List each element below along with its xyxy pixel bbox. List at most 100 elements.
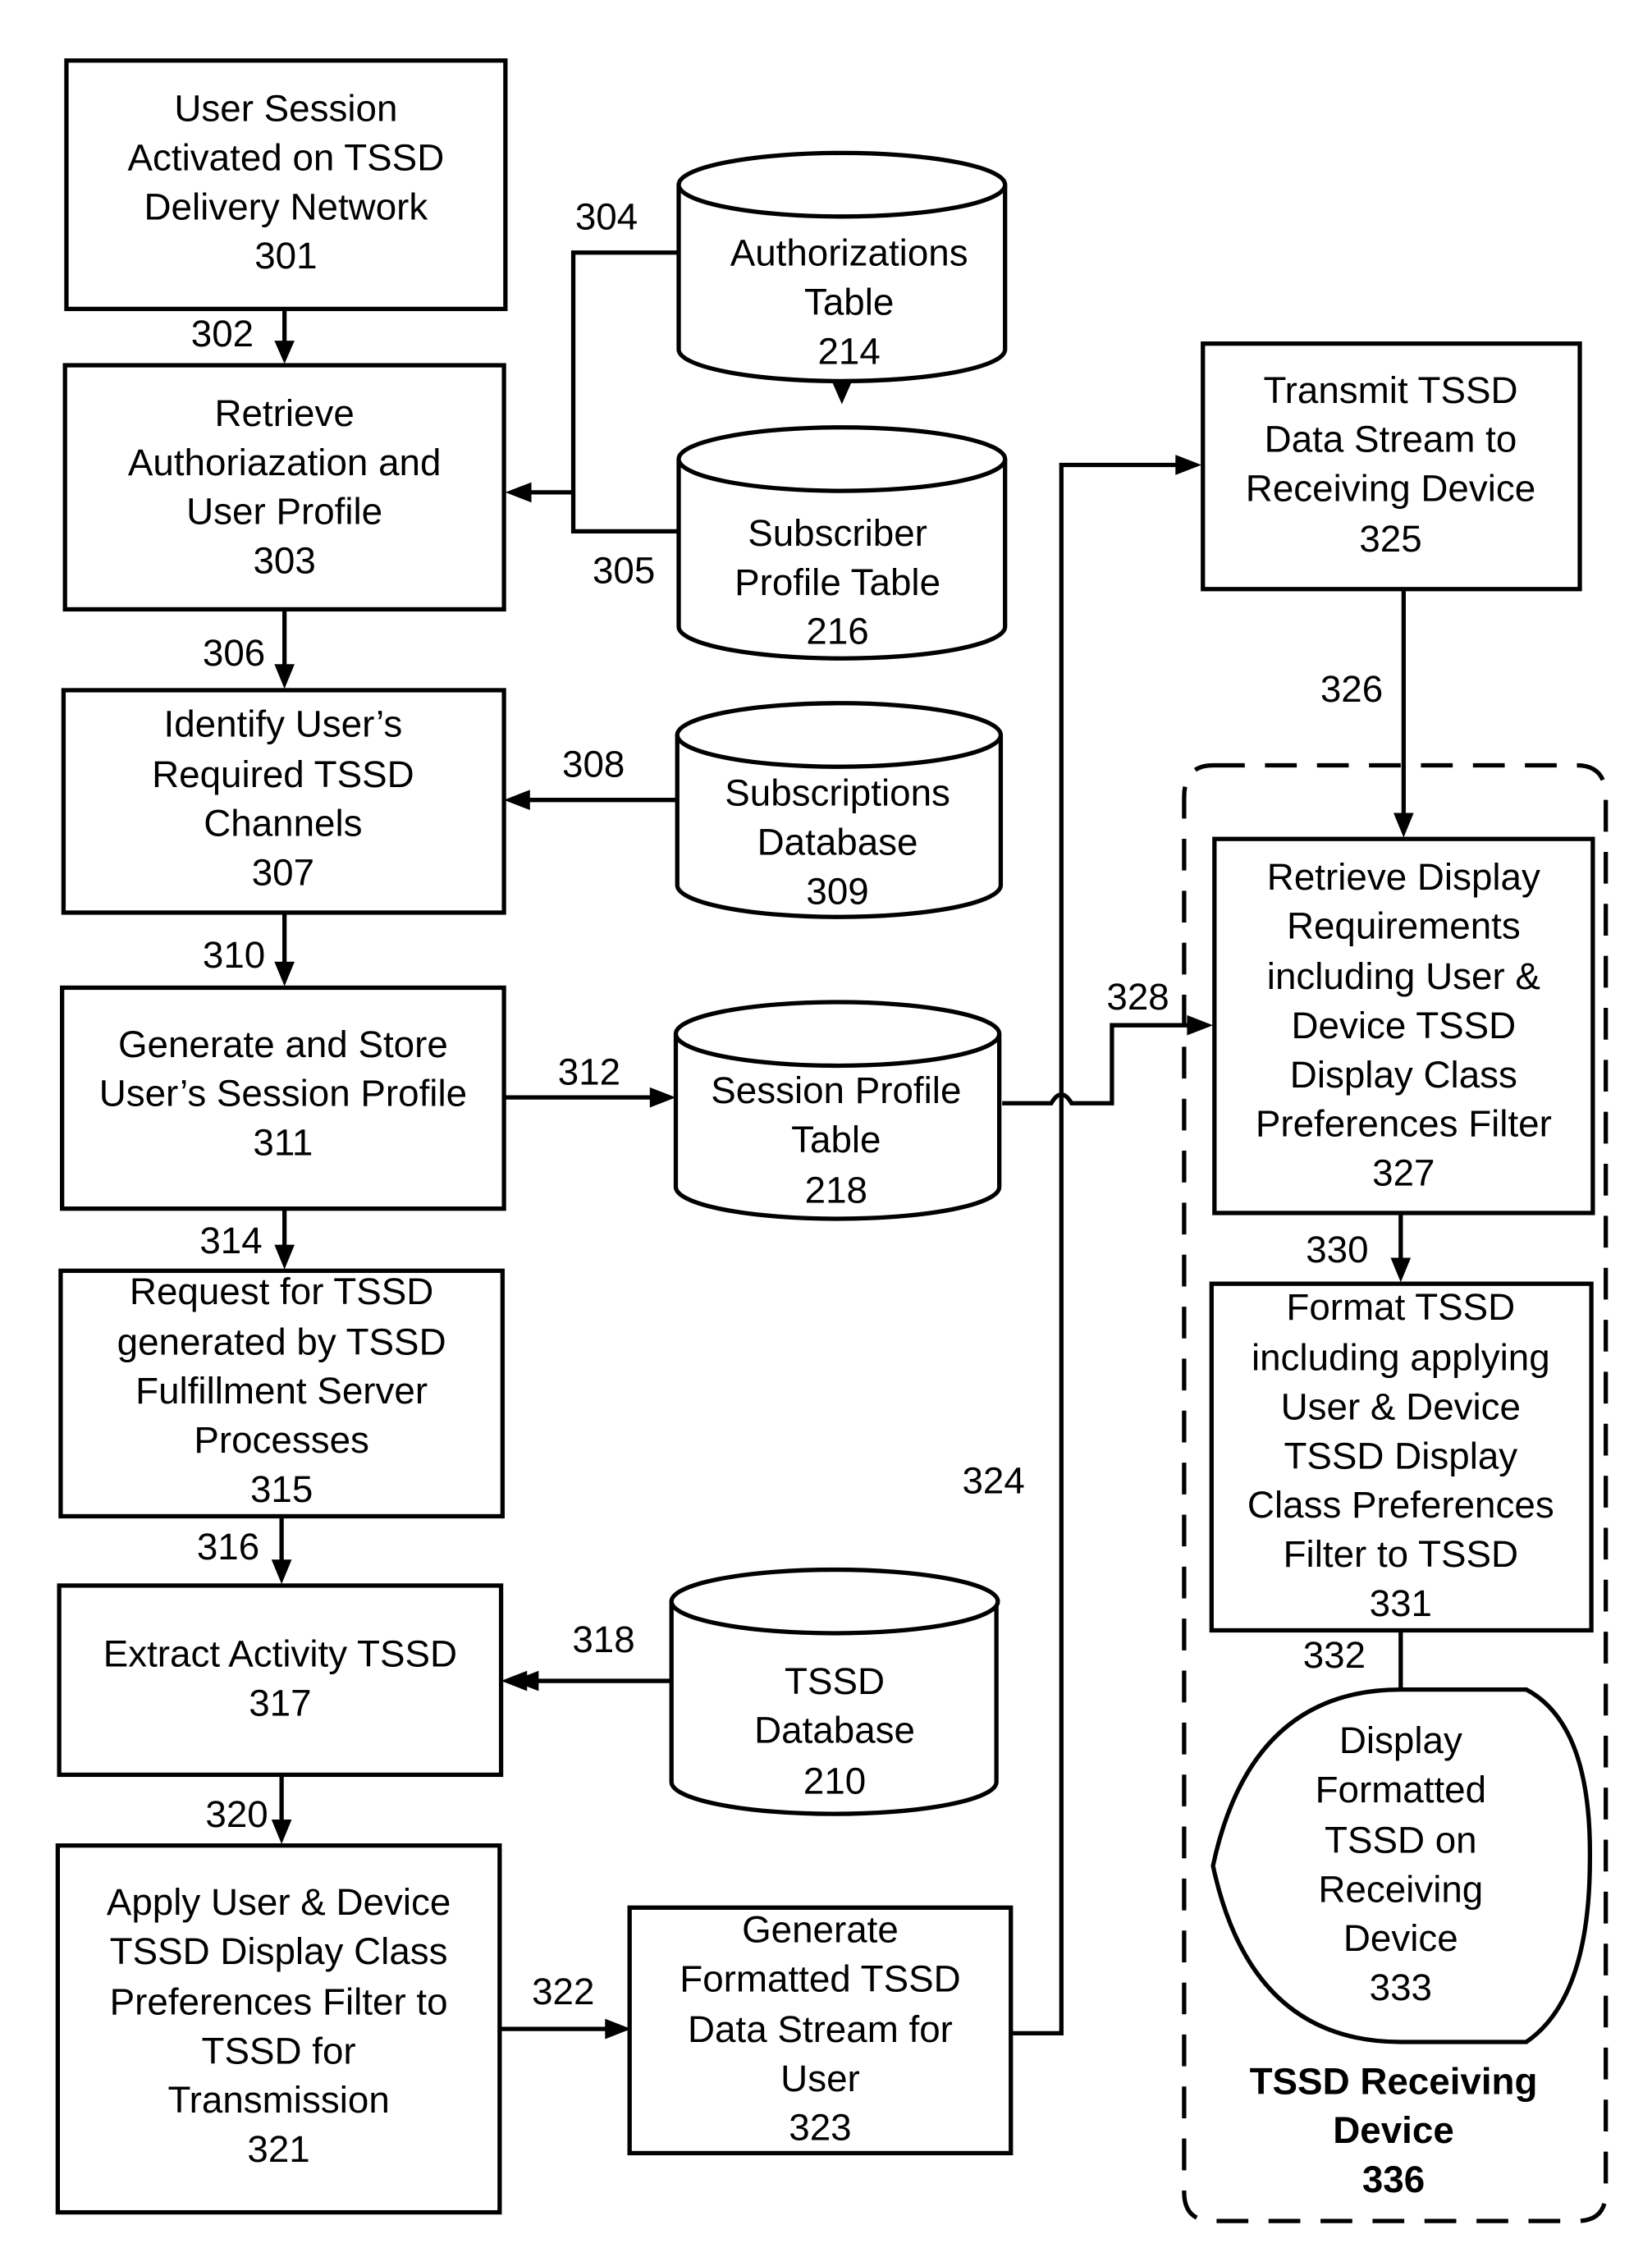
svg-text:Formatted TSSD: Formatted TSSD: [680, 1957, 960, 1999]
edge-label-330: 330: [1306, 1229, 1368, 1270]
edge-label-302: 302: [191, 313, 254, 355]
svg-text:TSSD for: TSSD for: [202, 2030, 356, 2072]
svg-text:Preferences Filter: Preferences Filter: [1256, 1103, 1552, 1145]
svg-text:Request for TSSD: Request for TSSD: [130, 1270, 433, 1312]
svg-text:Activated on TSSD: Activated on TSSD: [128, 136, 445, 178]
svg-text:User & Device: User & Device: [1281, 1386, 1521, 1428]
svg-text:Database: Database: [754, 1710, 915, 1751]
group-label: TSSD Receiving Device 336: [1250, 2060, 1538, 2200]
svg-text:Profile Table: Profile Table: [734, 561, 940, 603]
process-323: Generate Formatted TSSD Data Stream for …: [627, 1905, 1014, 2156]
svg-text:307: 307: [252, 852, 314, 894]
svg-text:TSSD Receiving: TSSD Receiving: [1250, 2060, 1538, 2102]
process-331: Format TSSD including applying User & De…: [1209, 1281, 1594, 1633]
process-325: Transmit TSSD Data Stream to Receiving D…: [1201, 341, 1582, 592]
svg-text:Data Stream to: Data Stream to: [1265, 419, 1517, 460]
edge-label-312: 312: [558, 1051, 620, 1092]
svg-text:Filter to TSSD: Filter to TSSD: [1284, 1533, 1518, 1575]
svg-text:Database: Database: [757, 822, 918, 863]
svg-text:Device: Device: [1333, 2109, 1454, 2151]
svg-text:336: 336: [1362, 2159, 1425, 2200]
svg-text:Delivery Network: Delivery Network: [144, 185, 428, 227]
svg-text:Class Preferences: Class Preferences: [1247, 1484, 1554, 1526]
process-327: Retrieve Display Requirements including …: [1212, 836, 1595, 1215]
database-214: Authorizations Table 214: [676, 150, 1008, 384]
svg-text:Authoriazation and: Authoriazation and: [128, 442, 442, 483]
svg-text:Formatted: Formatted: [1316, 1769, 1486, 1811]
process-301: User Session Activated on TSSD Delivery …: [64, 58, 508, 312]
svg-text:Retrieve: Retrieve: [214, 392, 354, 434]
svg-text:User: User: [780, 2058, 860, 2099]
svg-text:TSSD: TSSD: [785, 1660, 885, 1702]
svg-text:Format TSSD: Format TSSD: [1286, 1286, 1515, 1328]
svg-text:Preferences Filter to: Preferences Filter to: [110, 1981, 448, 2023]
svg-text:323: 323: [789, 2107, 851, 2149]
svg-text:325: 325: [1359, 518, 1421, 560]
svg-text:Extract Activity TSSD: Extract Activity TSSD: [103, 1632, 457, 1674]
svg-text:Receiving: Receiving: [1318, 1868, 1483, 1910]
svg-text:including User &: including User &: [1267, 955, 1540, 997]
svg-text:Subscriptions: Subscriptions: [725, 772, 950, 814]
edge-label-328: 328: [1106, 976, 1169, 1018]
process-317: Extract Activity TSSD 317: [57, 1583, 504, 1778]
svg-text:214: 214: [817, 330, 880, 372]
svg-text:Channels: Channels: [204, 803, 362, 845]
svg-text:327: 327: [1372, 1152, 1435, 1194]
svg-text:Transmission: Transmission: [167, 2079, 389, 2121]
database-216: Subscriber Profile Table 216: [676, 425, 1008, 661]
svg-text:User Session: User Session: [174, 88, 397, 130]
edge-label-318: 318: [572, 1618, 634, 1660]
svg-text:Apply User & Device: Apply User & Device: [107, 1881, 451, 1923]
svg-text:303: 303: [253, 539, 315, 581]
edge-label-310: 310: [203, 934, 265, 976]
edge-label-305: 305: [593, 550, 655, 592]
svg-text:216: 216: [806, 611, 868, 652]
svg-text:Identify User’s: Identify User’s: [164, 703, 403, 744]
flowchart: User Session Activated on TSSD Delivery …: [55, 58, 1609, 2223]
svg-text:Table: Table: [791, 1119, 881, 1161]
edge-label-314: 314: [199, 1220, 262, 1261]
svg-text:311: 311: [253, 1122, 313, 1164]
svg-text:309: 309: [806, 870, 868, 912]
edge-label-322: 322: [532, 1971, 594, 2012]
svg-text:Processes: Processes: [194, 1419, 369, 1461]
process-307: Identify User’s Required TSSD Channels 3…: [61, 688, 506, 915]
svg-text:Data Stream for: Data Stream for: [688, 2008, 953, 2050]
svg-text:User Profile: User Profile: [186, 491, 382, 533]
svg-text:Retrieve Display: Retrieve Display: [1267, 856, 1540, 898]
edge-label-320: 320: [205, 1793, 268, 1835]
svg-text:315: 315: [250, 1468, 313, 1510]
svg-text:TSSD on: TSSD on: [1325, 1819, 1477, 1861]
svg-text:Transmit TSSD: Transmit TSSD: [1263, 369, 1517, 411]
edge-label-332: 332: [1303, 1634, 1366, 1676]
edge-label-304: 304: [575, 196, 638, 238]
process-321: Apply User & Device TSSD Display Class P…: [55, 1843, 502, 2215]
edge-label-324: 324: [962, 1459, 1024, 1501]
edge-label-306: 306: [203, 632, 265, 674]
process-303: Retrieve Authoriazation and User Profile…: [62, 363, 506, 612]
svg-text:TSSD Display Class: TSSD Display Class: [110, 1930, 448, 1972]
svg-text:Session Profile: Session Profile: [711, 1069, 961, 1111]
process-311: Generate and Store User’s Session Profil…: [60, 985, 506, 1211]
display-333: Display Formatted TSSD on Receiving Devi…: [1210, 1687, 1592, 2044]
svg-text:Device TSSD: Device TSSD: [1291, 1005, 1516, 1046]
svg-text:Subscriber: Subscriber: [748, 512, 927, 554]
database-210: TSSD Database 210: [669, 1567, 1000, 1816]
svg-text:Display: Display: [1339, 1719, 1462, 1761]
svg-text:generated by TSSD: generated by TSSD: [117, 1321, 446, 1362]
svg-text:301: 301: [254, 235, 317, 277]
svg-text:333: 333: [1370, 1966, 1432, 2008]
database-309: Subscriptions Database 309: [675, 701, 1004, 919]
svg-text:218: 218: [805, 1170, 867, 1211]
svg-text:Device: Device: [1343, 1917, 1458, 1959]
process-315: Request for TSSD generated by TSSD Fulfi…: [58, 1268, 505, 1519]
svg-text:321: 321: [247, 2128, 309, 2170]
svg-text:Required TSSD: Required TSSD: [152, 753, 414, 795]
svg-text:TSSD Display: TSSD Display: [1284, 1435, 1517, 1476]
database-218: Session Profile Table 218: [673, 1000, 1002, 1221]
svg-text:including applying: including applying: [1252, 1337, 1550, 1379]
edge-label-308: 308: [562, 744, 625, 785]
edge-label-316: 316: [197, 1526, 259, 1568]
svg-text:Requirements: Requirements: [1287, 905, 1521, 947]
svg-text:Generate: Generate: [742, 1909, 899, 1951]
